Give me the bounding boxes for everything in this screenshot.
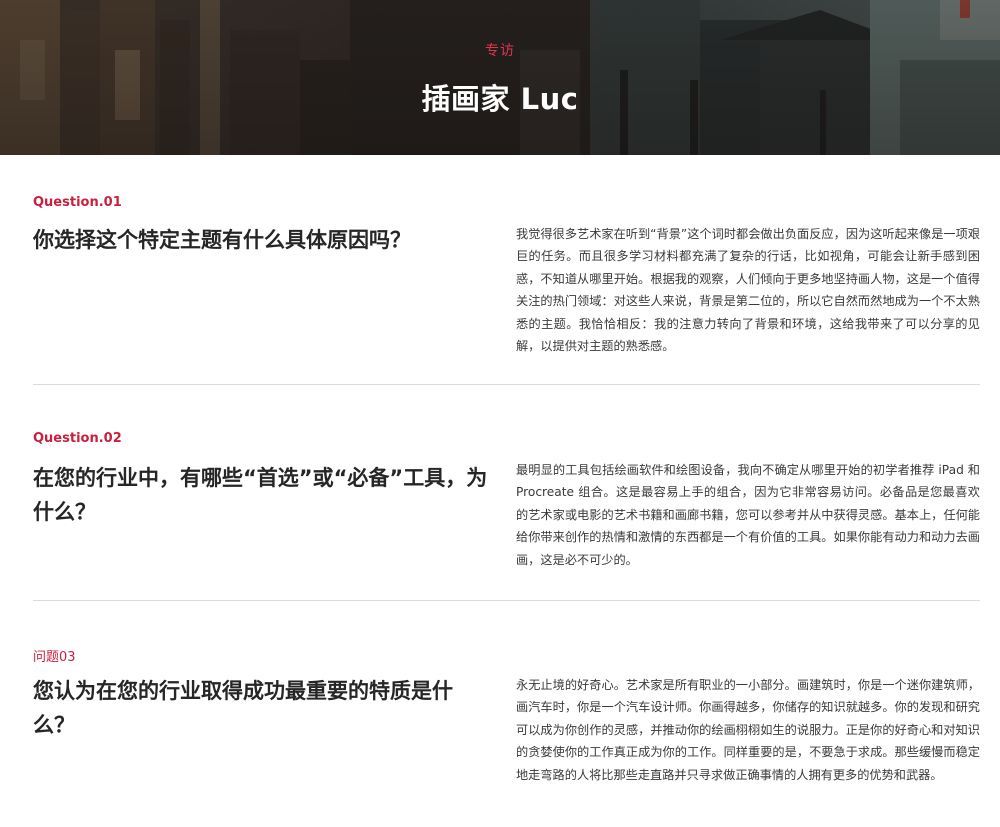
answer-text: 最明显的工具包括绘画软件和绘图设备，我向不确定从哪里开始的初学者推荐 iPad …	[516, 463, 980, 567]
answer-text: 永无止境的好奇心。艺术家是所有职业的一小部分。画建筑时，你是一个迷你建筑师，画汽…	[516, 678, 980, 782]
page-title: 插画家 Luc	[421, 82, 579, 116]
answer-text: 我觉得很多艺术家在听到“背景”这个词时都会做出负面反应，因为这听起来像是一项艰巨…	[516, 227, 980, 354]
question-label: 问题03	[33, 650, 76, 665]
section-divider	[33, 384, 980, 385]
question-label: Question.01	[33, 195, 122, 210]
section-divider	[33, 600, 980, 601]
category-tag[interactable]: 专访	[0, 40, 1000, 60]
question-label: Question.02	[33, 431, 122, 446]
question-heading: 你选择这个特定主题有什么具体原因吗？	[33, 228, 411, 252]
question-heading: 您认为在您的行业取得成功最重要的特质是什么？	[33, 679, 453, 737]
hero-banner: 专访 插画家 Luc	[0, 0, 1000, 155]
question-heading: 在您的行业中，有哪些“首选”或“必备”工具，为什么？	[33, 466, 488, 524]
